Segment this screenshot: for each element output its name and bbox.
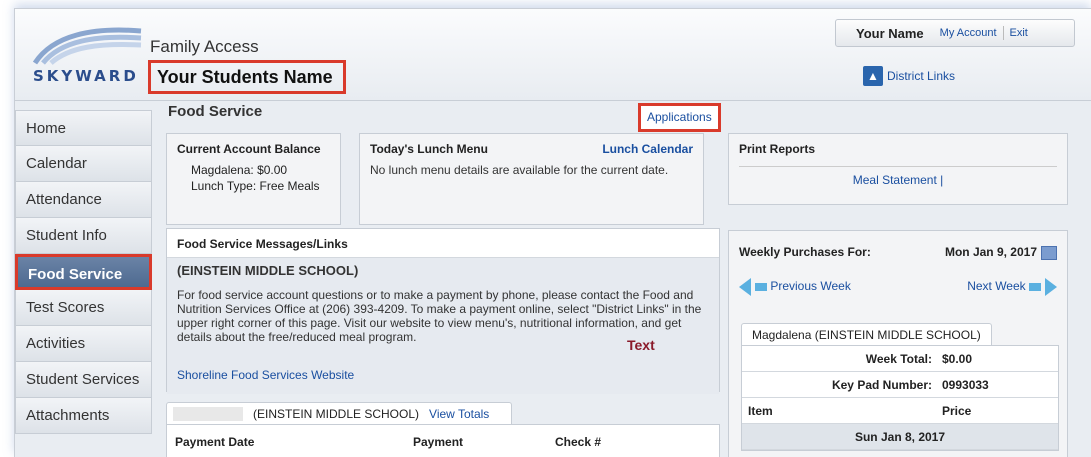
logo-text: SKYWARD (33, 67, 139, 85)
sidebar-item-attendance[interactable]: Attendance (15, 182, 152, 218)
panel-title: Today's Lunch Menu (370, 142, 488, 156)
sidebar-nav: Home Calendar Attendance Student Info Fo… (15, 110, 152, 434)
previous-week-label: Previous Week (770, 279, 851, 293)
payments-panel: (EINSTEIN MIDDLE SCHOOL) View Totals Pay… (166, 402, 720, 457)
payments-table-header: Payment Date Payment Check # (166, 424, 720, 457)
school-name: (EINSTEIN MIDDLE SCHOOL) (177, 263, 359, 278)
lunch-type-row: Lunch Type: Free Meals (167, 178, 340, 194)
week-total-label: Week Total: (865, 351, 932, 366)
view-totals-link[interactable]: View Totals (429, 407, 489, 421)
week-total-row: Week Total: $0.00 (742, 346, 1058, 372)
print-reports-panel: Print Reports Meal Statement | (728, 133, 1068, 205)
price-column: Price (942, 403, 972, 418)
sidebar-item-student-info[interactable]: Student Info (15, 218, 152, 254)
week-total-value: $0.00 (942, 351, 973, 366)
sidebar-item-activities[interactable]: Activities (15, 326, 152, 362)
redacted-name (173, 407, 243, 421)
weekly-purchases-panel: Weekly Purchases For: Mon Jan 9, 2017 Pr… (728, 230, 1068, 457)
sidebar-item-attachments[interactable]: Attachments (15, 398, 152, 434)
logo-swoosh-icon (32, 27, 142, 65)
text-label: Text (627, 337, 655, 353)
student-name[interactable]: Your Students Name (148, 60, 346, 94)
sidebar-item-test-scores[interactable]: Test Scores (15, 290, 152, 326)
keypad-label: Key Pad Number: (831, 377, 932, 392)
district-icon: ▲ (863, 66, 883, 86)
page-header: SKYWARD Family Access Your Students Name… (15, 9, 1091, 101)
weekly-table: Week Total: $0.00 Key Pad Number: 099303… (741, 345, 1059, 451)
weekly-date-wrap: Mon Jan 9, 2017 (945, 245, 1057, 260)
calendar-icon[interactable] (1041, 245, 1057, 260)
lunch-type-label: Lunch Type: (191, 179, 257, 193)
arrow-right-icon (1029, 282, 1041, 291)
keypad-row: Key Pad Number: 0993033 (742, 372, 1058, 398)
arrow-left-icon (755, 282, 767, 291)
lunch-menu-message: No lunch menu details are available for … (370, 163, 669, 177)
day-header-row: Sun Jan 8, 2017 (742, 424, 1058, 450)
sidebar-item-calendar[interactable]: Calendar (15, 146, 152, 182)
balance-row: Magdalena: $0.00 (167, 162, 340, 178)
food-services-website-link[interactable]: Shoreline Food Services Website (177, 368, 354, 382)
applications-link[interactable]: Applications (638, 103, 721, 132)
weekly-date: Mon Jan 9, 2017 (944, 245, 1037, 259)
sidebar-item-food-service[interactable]: Food Service (15, 254, 152, 290)
messages-panel: Food Service Messages/Links (EINSTEIN MI… (166, 228, 720, 394)
panel-title: Food Service Messages/Links (167, 229, 719, 258)
meal-statement-link[interactable]: Meal Statement | (853, 173, 944, 187)
balance-amount: $0.00 (257, 163, 288, 177)
district-links-label[interactable]: District Links (887, 69, 955, 83)
message-body: For food service account questions or to… (177, 288, 702, 344)
account-balance-panel: Current Account Balance Magdalena: $0.00… (166, 133, 341, 225)
my-account-link[interactable]: My Account (934, 27, 1003, 39)
arrow-right-icon (1045, 277, 1057, 296)
next-week-label: Next Week (967, 279, 1026, 293)
panel-title: Print Reports (739, 142, 816, 156)
lunch-type-value: Free Meals (259, 179, 320, 193)
weekly-header: Weekly Purchases For: Mon Jan 9, 2017 (729, 231, 1067, 260)
payments-tab[interactable]: (EINSTEIN MIDDLE SCHOOL) View Totals (166, 402, 512, 425)
student-label: Magdalena: (191, 163, 254, 177)
weekly-label: Weekly Purchases For: (739, 245, 871, 260)
panel-header: Today's Lunch Menu Lunch Calendar (360, 134, 703, 162)
messages-content: (EINSTEIN MIDDLE SCHOOL) For food servic… (167, 258, 719, 394)
skyward-logo: SKYWARD (32, 25, 143, 85)
payments-school: (EINSTEIN MIDDLE SCHOOL) (253, 407, 420, 421)
student-tab[interactable]: Magdalena (EINSTEIN MIDDLE SCHOOL) (741, 323, 992, 345)
keypad-value: 0993033 (942, 377, 989, 392)
sidebar-item-student-services[interactable]: Student Services (15, 362, 152, 398)
week-navigation: Previous Week Next Week (729, 260, 1067, 296)
lunch-menu-panel: Today's Lunch Menu Lunch Calendar No lun… (359, 133, 704, 225)
district-links[interactable]: ▲ District Links (863, 66, 955, 86)
previous-week-button[interactable]: Previous Week (739, 277, 851, 296)
page-title: Food Service (168, 103, 263, 120)
sidebar-item-home[interactable]: Home (15, 110, 152, 146)
item-header-row: Item Price (742, 398, 1058, 424)
panel-title: Current Account Balance (177, 142, 321, 156)
item-column: Item (748, 403, 773, 418)
column-header: Payment Date (175, 435, 255, 449)
exit-link[interactable]: Exit (1004, 27, 1034, 39)
next-week-button[interactable]: Next Week (967, 277, 1057, 296)
lunch-calendar-link[interactable]: Lunch Calendar (602, 142, 693, 156)
day-header: Sun Jan 8, 2017 (854, 429, 946, 444)
user-name: Your Name (856, 25, 924, 41)
arrow-left-icon (739, 277, 751, 296)
column-header: Check # (555, 435, 602, 449)
column-header: Payment (413, 435, 464, 449)
user-bar: Your Name My Account Exit (835, 19, 1075, 47)
app-title: Family Access (150, 37, 259, 56)
